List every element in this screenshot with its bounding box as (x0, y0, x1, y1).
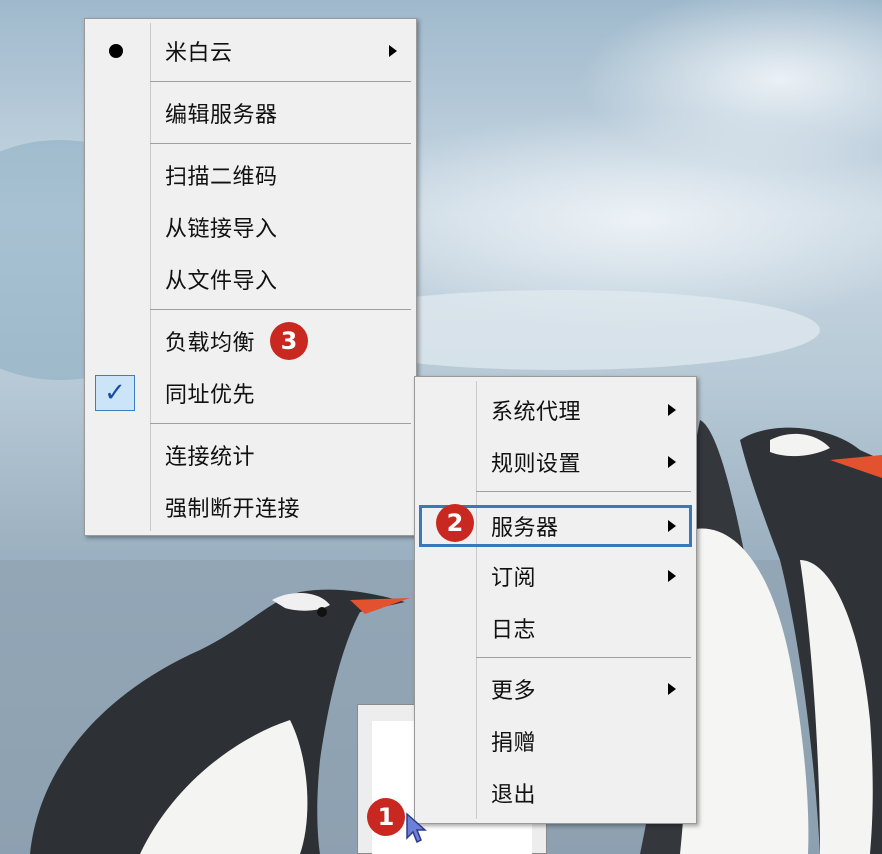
submenu-arrow-icon (668, 570, 676, 582)
menu-item-label: 强制断开连接 (165, 497, 301, 522)
menu-item-load-balance[interactable]: 负载均衡 (85, 316, 416, 366)
menu-item-edit-servers[interactable]: 编辑服务器 (85, 88, 416, 138)
menu-item-scan-qr[interactable]: 扫描二维码 (85, 150, 416, 200)
menu-item-label: 捐赠 (491, 731, 537, 756)
menu-item-label: 服务器 (491, 516, 559, 541)
tray-context-menu: 系统代理 规则设置 服务器 订阅 日志 更多 捐赠 退出 (414, 376, 697, 824)
server-submenu: 米白云 编辑服务器 扫描二维码 从链接导入 从文件导入 负载均衡 ✓ 同址优先 … (84, 18, 417, 536)
menu-item-label: 系统代理 (491, 400, 582, 425)
menu-item-subscription[interactable]: 订阅 (415, 551, 696, 601)
menu-item-label: 规则设置 (491, 452, 582, 477)
menu-item-same-host-first[interactable]: ✓ 同址优先 (85, 368, 416, 418)
checkmark-icon: ✓ (95, 375, 135, 411)
submenu-arrow-icon (668, 456, 676, 468)
submenu-arrow-icon (389, 45, 397, 57)
menu-item-label: 订阅 (491, 566, 537, 591)
menu-item-label: 米白云 (165, 41, 233, 66)
submenu-arrow-icon (668, 520, 676, 532)
menu-separator (150, 143, 411, 144)
menu-item-label: 从链接导入 (165, 217, 278, 242)
menu-separator (150, 81, 411, 82)
submenu-arrow-icon (668, 404, 676, 416)
menu-separator (476, 491, 691, 492)
menu-separator (476, 657, 691, 658)
menu-item-label: 日志 (491, 618, 537, 643)
menu-item-server-miyun[interactable]: 米白云 (85, 26, 416, 76)
menu-item-label: 同址优先 (165, 383, 256, 408)
menu-item-rule-settings[interactable]: 规则设置 (415, 437, 696, 487)
menu-item-donate[interactable]: 捐赠 (415, 716, 696, 766)
menu-item-label: 扫描二维码 (165, 165, 278, 190)
menu-item-system-proxy[interactable]: 系统代理 (415, 385, 696, 435)
annotation-badge-3: 3 (270, 322, 308, 360)
submenu-arrow-icon (668, 683, 676, 695)
menu-item-label: 更多 (491, 679, 537, 704)
menu-item-exit[interactable]: 退出 (415, 768, 696, 818)
menu-separator (150, 423, 411, 424)
menu-separator (150, 309, 411, 310)
menu-item-import-from-link[interactable]: 从链接导入 (85, 202, 416, 252)
menu-item-label: 从文件导入 (165, 269, 278, 294)
annotation-badge-2: 2 (436, 504, 474, 542)
menu-item-label: 编辑服务器 (165, 103, 278, 128)
menu-item-log[interactable]: 日志 (415, 603, 696, 653)
radio-selected-icon (109, 44, 123, 58)
menu-item-connection-stats[interactable]: 连接统计 (85, 430, 416, 480)
menu-item-import-from-file[interactable]: 从文件导入 (85, 254, 416, 304)
mouse-cursor-icon (406, 812, 427, 844)
annotation-badge-1: 1 (367, 798, 405, 836)
menu-item-label: 退出 (491, 783, 537, 808)
menu-item-label: 连接统计 (165, 445, 256, 470)
menu-item-more[interactable]: 更多 (415, 664, 696, 714)
menu-item-force-disconnect[interactable]: 强制断开连接 (85, 482, 416, 532)
menu-item-label: 负载均衡 (165, 331, 256, 356)
